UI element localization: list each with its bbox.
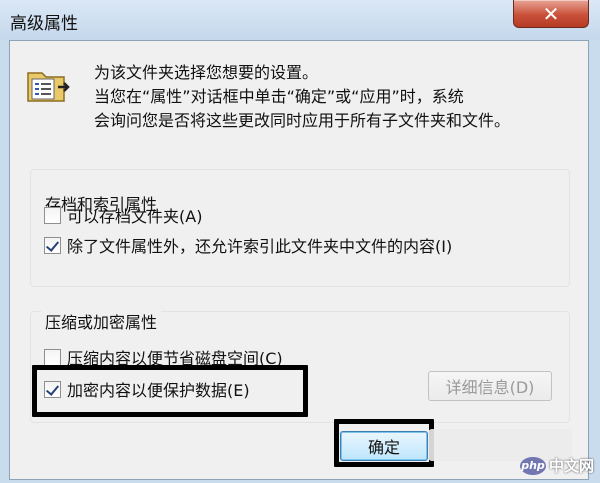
- intro-text: 为该文件夹选择您想要的设置。 当您在“属性”对话框中单击“确定”或“应用”时，系…: [94, 61, 580, 133]
- archive-index-group: 存档和索引属性: [30, 169, 570, 287]
- site-watermark: php 中文网: [520, 455, 594, 476]
- index-content-checkbox[interactable]: [44, 236, 61, 254]
- intro-line-1: 为该文件夹选择您想要的设置。: [94, 63, 319, 82]
- intro-line-3: 会询问您是否将这些更改同时应用于所有子文件夹和文件。: [94, 111, 511, 130]
- watermark-text: 中文网: [549, 457, 595, 475]
- close-button[interactable]: ✕: [513, 0, 589, 28]
- archive-folder-label: 可以存档文件夹(A): [67, 207, 203, 226]
- archive-folder-checkbox-row[interactable]: 可以存档文件夹(A): [44, 203, 202, 227]
- index-content-label: 除了文件属性外，还允许索引此文件夹中文件的内容(I): [67, 237, 453, 256]
- encrypt-highlight-box: [32, 365, 308, 417]
- dialog-body: 为该文件夹选择您想要的设置。 当您在“属性”对话框中单击“确定”或“应用”时，系…: [9, 40, 589, 480]
- window-title: 高级属性: [10, 14, 78, 34]
- details-button[interactable]: 详细信息(D): [428, 371, 552, 401]
- compress-checkbox[interactable]: [44, 348, 61, 366]
- title-bar: 高级属性 ✕: [0, 0, 600, 40]
- index-content-checkbox-row[interactable]: 除了文件属性外，还允许索引此文件夹中文件的内容(I): [44, 233, 452, 257]
- intro-line-2: 当您在“属性”对话框中单击“确定”或“应用”时，系统: [94, 87, 464, 106]
- archive-folder-checkbox[interactable]: [44, 206, 61, 224]
- ok-highlight-box: [334, 419, 434, 467]
- close-icon: ✕: [542, 1, 560, 26]
- compress-group-title: 压缩或加密属性: [41, 309, 162, 333]
- php-logo: php: [520, 456, 546, 475]
- folder-settings-icon: [27, 72, 70, 102]
